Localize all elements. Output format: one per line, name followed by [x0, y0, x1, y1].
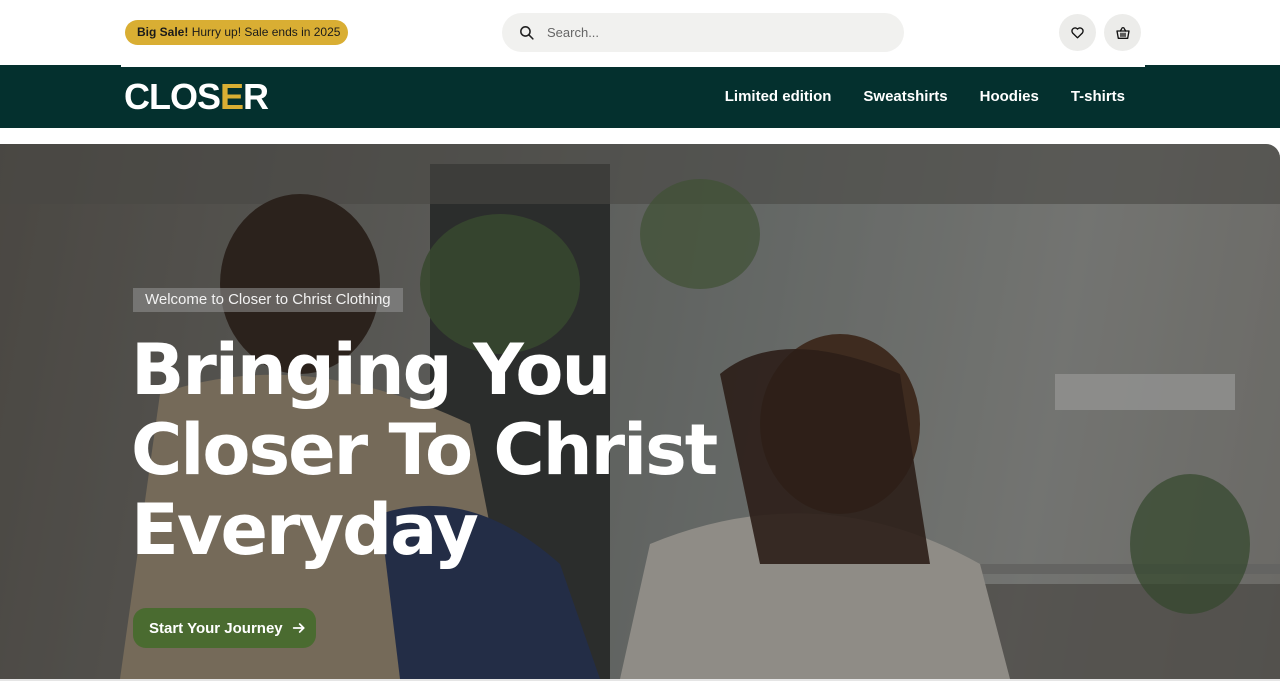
nav-links: Limited edition Sweatshirts Hoodies T-sh…	[725, 65, 1125, 128]
logo-part-2: E	[220, 76, 244, 117]
hero-headline: Bringing You Closer To Christ Everyday	[131, 330, 791, 570]
heart-icon	[1071, 27, 1084, 39]
logo-part-3: R	[243, 76, 269, 117]
wishlist-button[interactable]	[1059, 14, 1096, 51]
logo-part-1: CLOS	[124, 76, 221, 117]
hero-banner: Welcome to Closer to Christ Clothing Bri…	[0, 144, 1280, 679]
welcome-tag: Welcome to Closer to Christ Clothing	[133, 288, 403, 312]
headline-line-2: Closer To Christ	[131, 409, 718, 491]
search-input[interactable]	[547, 13, 887, 52]
nav-link-tshirts[interactable]: T-shirts	[1071, 88, 1125, 105]
cart-button[interactable]	[1104, 14, 1141, 51]
top-bar: Big Sale! Hurry up! Sale ends in 2025	[0, 0, 1280, 65]
nav-link-sweatshirts[interactable]: Sweatshirts	[863, 88, 947, 105]
nav-link-limited-edition[interactable]: Limited edition	[725, 88, 832, 105]
cta-label: Start Your Journey	[149, 619, 283, 637]
logo-wordmark: CLOSER	[124, 79, 269, 115]
search-icon	[520, 26, 534, 40]
start-journey-button[interactable]: Start Your Journey	[133, 608, 316, 648]
search-bar[interactable]	[502, 13, 904, 52]
sale-badge: Big Sale! Hurry up! Sale ends in 2025	[125, 20, 348, 45]
sale-badge-bold: Big Sale!	[137, 25, 189, 39]
headline-line-1: Bringing You	[131, 329, 611, 411]
nav-link-hoodies[interactable]: Hoodies	[980, 88, 1039, 105]
basket-icon	[1115, 26, 1130, 39]
sale-badge-text: Hurry up! Sale ends in 2025	[188, 25, 341, 39]
brand-logo[interactable]: CLOSER	[124, 79, 269, 115]
headline-line-3: Everyday	[131, 489, 479, 571]
arrow-right-icon	[292, 623, 305, 633]
